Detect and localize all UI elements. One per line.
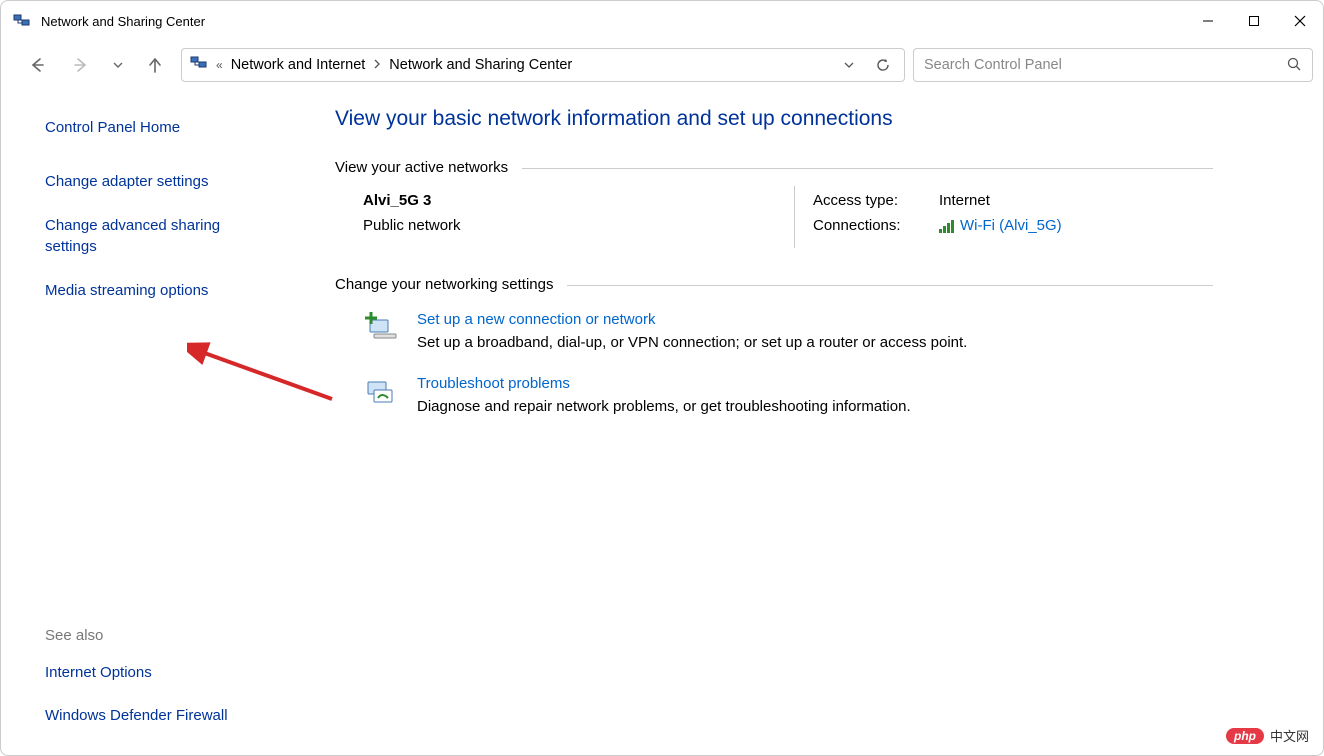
main-content: View your basic network information and … <box>319 89 1323 755</box>
sidebar-link-home[interactable]: Control Panel Home <box>45 117 180 139</box>
search-input[interactable] <box>924 57 1286 73</box>
see-also-header: See also <box>45 627 299 644</box>
watermark-pill: php <box>1226 728 1264 744</box>
section-label-change: Change your networking settings <box>335 276 553 293</box>
connection-link[interactable]: Wi-Fi (Alvi_5G) <box>960 217 1062 234</box>
network-type: Public network <box>363 217 786 234</box>
section-divider <box>522 168 1213 169</box>
section-change-settings: Change your networking settings <box>335 276 1213 293</box>
breadcrumb-level-1[interactable]: Network and Internet <box>231 57 366 73</box>
setup-connection-desc: Set up a broadband, dial-up, or VPN conn… <box>417 334 967 351</box>
network-details: Access type: Internet Connections: Wi-Fi… <box>813 192 1213 242</box>
watermark-text: 中文网 <box>1270 726 1309 745</box>
search-box[interactable] <box>913 48 1313 82</box>
window-frame: Network and Sharing Center <box>0 0 1324 756</box>
breadcrumb-overflow-icon[interactable]: « <box>216 58 223 72</box>
troubleshoot-link[interactable]: Troubleshoot problems <box>417 375 911 392</box>
network-name: Alvi_5G 3 <box>363 192 786 209</box>
watermark: php 中文网 <box>1226 726 1309 745</box>
section-divider <box>567 285 1213 286</box>
window-title: Network and Sharing Center <box>41 14 1185 29</box>
body: Control Panel Home Change adapter settin… <box>1 89 1323 755</box>
troubleshoot-icon <box>363 375 399 411</box>
setup-connection-icon <box>363 311 399 347</box>
up-button[interactable] <box>137 47 173 83</box>
vertical-divider <box>794 186 795 248</box>
section-label-active: View your active networks <box>335 159 508 176</box>
refresh-button[interactable] <box>870 52 896 78</box>
close-button[interactable] <box>1277 1 1323 41</box>
section-active-networks: View your active networks <box>335 159 1213 176</box>
sidebar-link-adapter[interactable]: Change adapter settings <box>45 171 208 193</box>
access-type-value: Internet <box>939 192 990 209</box>
setting-setup-connection: Set up a new connection or network Set u… <box>335 309 1213 373</box>
breadcrumb-level-2[interactable]: Network and Sharing Center <box>389 57 572 73</box>
address-icon <box>190 54 208 77</box>
sidebar: Control Panel Home Change adapter settin… <box>1 89 319 755</box>
back-button[interactable] <box>19 47 55 83</box>
setting-troubleshoot: Troubleshoot problems Diagnose and repai… <box>335 373 1213 437</box>
titlebar: Network and Sharing Center <box>1 1 1323 41</box>
sidebar-link-advanced[interactable]: Change advanced sharing settings <box>45 215 255 259</box>
sidebar-link-media[interactable]: Media streaming options <box>45 280 208 302</box>
setup-connection-link[interactable]: Set up a new connection or network <box>417 311 967 328</box>
troubleshoot-desc: Diagnose and repair network problems, or… <box>417 398 911 415</box>
window-controls <box>1185 1 1323 41</box>
wifi-signal-icon <box>939 219 954 233</box>
recent-dropdown[interactable] <box>107 47 129 83</box>
search-icon[interactable] <box>1286 56 1302 75</box>
forward-button[interactable] <box>63 47 99 83</box>
chevron-right-icon <box>373 58 381 72</box>
sidebar-link-firewall[interactable]: Windows Defender Firewall <box>45 705 228 727</box>
sidebar-link-internet-options[interactable]: Internet Options <box>45 662 152 684</box>
access-type-label: Access type: <box>813 192 939 209</box>
minimize-button[interactable] <box>1185 1 1231 41</box>
address-bar[interactable]: « Network and Internet Network and Shari… <box>181 48 905 82</box>
page-heading: View your basic network information and … <box>335 107 1213 131</box>
maximize-button[interactable] <box>1231 1 1277 41</box>
network-summary: Alvi_5G 3 Public network <box>363 192 786 242</box>
address-dropdown[interactable] <box>836 52 862 78</box>
app-icon <box>13 12 31 30</box>
connections-label: Connections: <box>813 217 939 234</box>
active-network-block: Alvi_5G 3 Public network Access type: In… <box>335 192 1213 242</box>
nav-row: « Network and Internet Network and Shari… <box>1 41 1323 89</box>
